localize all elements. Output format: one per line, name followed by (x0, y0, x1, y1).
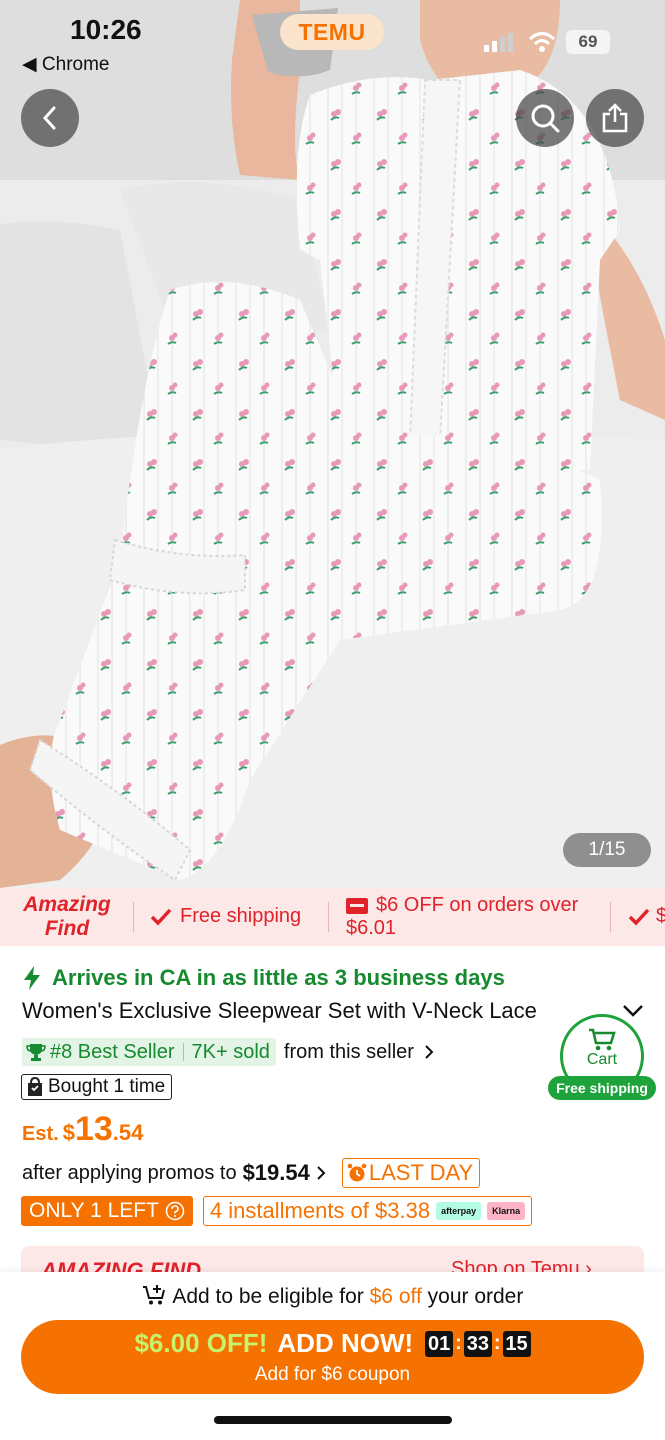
promo-strip[interactable]: Amazing Find Free shipping $6 OFF on ord… (0, 888, 665, 946)
temu-logo: TEMU (280, 14, 384, 50)
arrival-text: Arrives in CA in as little as 3 business… (52, 965, 505, 990)
best-seller-rank: #8 Best Seller (50, 1041, 175, 1063)
chevron-right-icon (425, 1045, 434, 1059)
eligibility-message: Add to be eligible for $6 off your order (0, 1284, 665, 1309)
trophy-icon (26, 1044, 46, 1061)
coupon-item: $6 OFF on orders over $6.01 (346, 894, 578, 940)
free-shipping-item: Free shipping (150, 905, 301, 928)
klarna-logo: Klarna (487, 1202, 526, 1220)
add-to-cart-icon (142, 1285, 165, 1305)
price-currency: $ (62, 1120, 75, 1145)
promo-text: after applying promos to (22, 1161, 237, 1184)
signal-icon (484, 33, 513, 52)
back-triangle-icon: ◀ (22, 54, 37, 75)
search-button[interactable] (516, 89, 574, 147)
promo-price-row[interactable]: after applying promos to $19.54 LAST DAY (22, 1158, 481, 1188)
image-page-counter: 1/15 (563, 833, 651, 867)
badge-line-1: Amazing (23, 893, 111, 916)
price-estimate: Est. $ 13 .54 (22, 1110, 143, 1149)
bottom-action-bar: Add to be eligible for $6 off your order… (0, 1272, 665, 1440)
cart-free-shipping-badge: Free shipping (548, 1076, 656, 1100)
lightning-icon (24, 966, 40, 990)
share-button[interactable] (586, 89, 644, 147)
status-icons: 69 (484, 30, 610, 54)
divider (610, 902, 611, 932)
divider (182, 1043, 184, 1061)
afterpay-logo: afterpay (436, 1202, 482, 1220)
wifi-icon (528, 32, 556, 52)
coupon-threshold: $6.01 (346, 917, 397, 939)
free-shipping-label: Free shipping (180, 905, 302, 927)
timer-minutes: 33 (463, 1330, 492, 1357)
sold-count: 7K+ sold (191, 1041, 270, 1063)
bought-count-chip: Bought 1 time (21, 1074, 173, 1100)
price-label: Est. (22, 1123, 59, 1145)
best-seller-chip: #8 Best Seller 7K+ sold (22, 1038, 276, 1066)
countdown-timer: 01 : 33 : 15 (425, 1330, 531, 1357)
installments-badge[interactable]: 4 installments of $3.38 afterpay Klarna (202, 1196, 533, 1226)
coupon-icon (346, 897, 368, 914)
check-icon (628, 908, 650, 926)
truncated-item: $ (656, 905, 665, 927)
battery-indicator: 69 (566, 30, 610, 54)
add-to-cart-button[interactable]: $6.00 OFF! ADD NOW! 01 : 33 : 15 Add for… (21, 1320, 644, 1394)
eligible-prefix: Add to be eligible for (172, 1285, 364, 1308)
help-icon (165, 1201, 185, 1221)
cta-discount: $6.00 OFF! (134, 1328, 268, 1358)
home-indicator (214, 1416, 452, 1424)
timer-separator: : (493, 1332, 501, 1354)
timer-seconds: 15 (502, 1330, 531, 1357)
cart-label: Cart (586, 1051, 618, 1068)
cta-add-now: ADD NOW! (277, 1328, 414, 1358)
bought-text: Bought 1 time (48, 1076, 166, 1097)
last-day-badge: LAST DAY (341, 1158, 481, 1188)
coupon-label: $6 OFF on orders over (376, 894, 579, 916)
from-seller-link[interactable]: from this seller (284, 1041, 414, 1064)
price-decimal: .54 (112, 1120, 144, 1145)
share-icon (602, 103, 628, 133)
chevron-left-icon (42, 106, 56, 130)
back-to-app[interactable]: ◀ Chrome (22, 53, 109, 76)
cta-subtitle: Add for $6 coupon (254, 1364, 411, 1385)
cta-headline: $6.00 OFF! ADD NOW! 01 : 33 : 15 (21, 1328, 644, 1359)
cart-icon (589, 1028, 616, 1051)
check-icon (150, 908, 172, 926)
badge-line-2: Find (44, 917, 90, 940)
product-image-carousel[interactable]: 10:26 ◀ Chrome TEMU 69 1/15 (0, 0, 665, 888)
price-integer: 13 (74, 1110, 113, 1148)
eligible-amount: $6 off (369, 1285, 422, 1308)
amazing-find-badge: Amazing Find (14, 893, 120, 941)
shopping-bag-icon (28, 1077, 42, 1096)
back-app-label: Chrome (41, 54, 110, 75)
timer-hours: 01 (425, 1330, 454, 1357)
promo-original-price: $19.54 (242, 1160, 310, 1185)
divider (328, 902, 329, 932)
timer-separator: : (455, 1332, 462, 1354)
back-button[interactable] (21, 89, 79, 147)
last-day-text: LAST DAY (368, 1160, 474, 1185)
status-time: 10:26 (70, 14, 142, 45)
arrival-estimate: Arrives in CA in as little as 3 business… (22, 965, 505, 991)
alarm-clock-icon (347, 1163, 367, 1182)
divider (133, 902, 134, 932)
low-stock-badge[interactable]: ONLY 1 LEFT (21, 1196, 193, 1226)
chevron-right-icon (317, 1166, 326, 1180)
installments-text: 4 installments of $3.38 (209, 1198, 431, 1223)
floating-cart-button[interactable]: Cart Free shipping (548, 1014, 656, 1100)
eligible-suffix: your order (427, 1285, 524, 1308)
search-icon (531, 104, 560, 133)
low-stock-text: ONLY 1 LEFT (29, 1199, 159, 1222)
product-title[interactable]: Women's Exclusive Sleepwear Set with V-N… (22, 998, 610, 1024)
stock-row: ONLY 1 LEFT 4 installments of $3.38 afte… (21, 1196, 533, 1226)
seller-stats-row[interactable]: #8 Best Seller 7K+ sold from this seller (22, 1038, 434, 1066)
